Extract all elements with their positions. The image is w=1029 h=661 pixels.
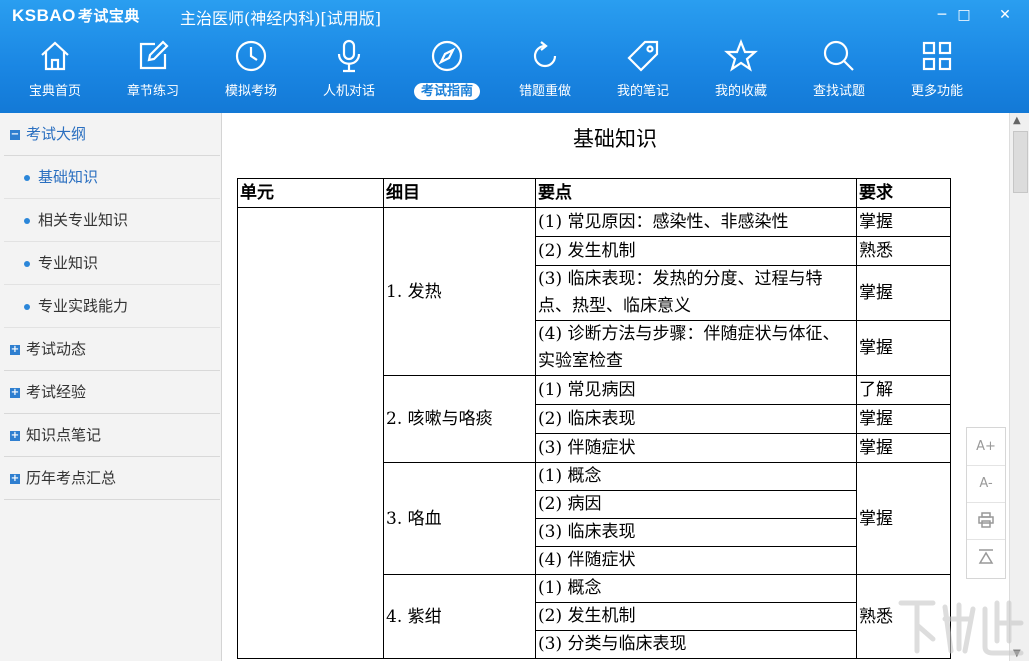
header-item: 细目 bbox=[383, 178, 536, 208]
nav-chapter-practice[interactable]: 章节练习 bbox=[108, 34, 198, 110]
syllabus-table: 单元 细目 要点 要求 1. 发热 (1) 常见原因：感染性、非感染性 掌握 (… bbox=[237, 178, 951, 659]
window-title: 主治医师(神经内科)[试用版] bbox=[180, 9, 381, 28]
point-cell: (2) 临床表现 bbox=[535, 404, 857, 434]
unit-cell bbox=[237, 207, 384, 659]
nav-search-questions[interactable]: 查找试题 bbox=[794, 34, 884, 110]
bullet-icon bbox=[24, 260, 30, 267]
point-cell: (2) 病因 bbox=[535, 490, 857, 519]
point-cell: (1) 常见病因 bbox=[535, 375, 857, 405]
star-icon bbox=[724, 39, 758, 72]
edit-icon bbox=[139, 40, 169, 70]
sidebar-category-notes[interactable]: + 知识点笔记 bbox=[4, 414, 220, 457]
nav-redo-mistakes[interactable]: 错题重做 bbox=[500, 34, 590, 110]
print-button[interactable] bbox=[967, 502, 1005, 540]
header-requirement: 要求 bbox=[856, 178, 951, 208]
requirement-cell: 熟悉 bbox=[856, 236, 951, 266]
item-cell: 2. 咳嗽与咯痰 bbox=[383, 375, 536, 463]
tag-icon bbox=[627, 40, 659, 72]
sidebar-category-past-points[interactable]: + 历年考点汇总 bbox=[4, 457, 220, 500]
bullet-icon bbox=[24, 303, 30, 310]
grid-icon bbox=[922, 41, 952, 71]
point-cell: (1) 常见原因：感染性、非感染性 bbox=[535, 207, 857, 237]
home-icon bbox=[41, 41, 69, 71]
requirement-cell: 掌握 bbox=[856, 404, 951, 434]
point-cell: (1) 概念 bbox=[535, 574, 857, 603]
sidebar-item-professional-knowledge[interactable]: 专业知识 bbox=[4, 242, 220, 285]
requirement-cell: 掌握 bbox=[856, 320, 951, 376]
collapse-icon[interactable]: − bbox=[10, 129, 20, 140]
main-toolbar: 宝典首页 章节练习 模拟考场 人机对话 考试指南 错题重做 我的笔记 我的收藏 … bbox=[4, 34, 1004, 110]
font-increase-button[interactable]: A+ bbox=[967, 428, 1005, 466]
item-cell: 4. 紫绀 bbox=[383, 574, 536, 659]
nav-home[interactable]: 宝典首页 bbox=[10, 34, 100, 110]
expand-icon[interactable]: + bbox=[10, 473, 20, 484]
table-header-row: 单元 细目 要点 要求 bbox=[237, 178, 951, 208]
bullet-icon bbox=[24, 174, 30, 181]
sidebar: − 考试大纲 基础知识 相关专业知识 专业知识 专业实践能力 + 考试动态 + 考试经… bbox=[0, 113, 222, 661]
maximize-button[interactable]: □ bbox=[947, 3, 981, 27]
document-view: 基础知识 单元 细目 要点 要求 1. 发热 (1) 常见原因：感染性、非感染性… bbox=[222, 113, 1008, 661]
requirement-cell: 掌握 bbox=[856, 462, 951, 575]
point-cell: (4) 诊断方法与步骤：伴随症状与体征、实验室检查 bbox=[535, 320, 857, 376]
nav-dialogue[interactable]: 人机对话 bbox=[304, 34, 394, 110]
microphone-icon bbox=[337, 39, 361, 73]
document-title: 基础知识 bbox=[573, 127, 657, 151]
requirement-cell: 掌握 bbox=[856, 265, 951, 321]
bullet-icon bbox=[24, 217, 30, 224]
point-cell: (3) 分类与临床表现 bbox=[535, 630, 857, 659]
nav-exam-guide[interactable]: 考试指南 bbox=[402, 34, 492, 110]
expand-icon[interactable]: + bbox=[10, 344, 20, 355]
requirement-cell: 掌握 bbox=[856, 433, 951, 463]
scroll-up-icon[interactable]: ▲ bbox=[1013, 115, 1021, 126]
header-unit: 单元 bbox=[237, 178, 384, 208]
requirement-cell: 掌握 bbox=[856, 207, 951, 237]
item-cell: 1. 发热 bbox=[383, 207, 536, 376]
nav-mock-exam[interactable]: 模拟考场 bbox=[206, 34, 296, 110]
close-button[interactable]: ✕ bbox=[988, 3, 1022, 27]
watermark-logo bbox=[898, 600, 1024, 656]
app-header: KSBAO 考试宝典 主治医师(神经内科)[试用版] ─ □ ✕ 宝典首页 章节练… bbox=[0, 0, 1029, 113]
point-cell: (3) 临床表现：发热的分度、过程与特点、热型、临床意义 bbox=[535, 265, 857, 321]
scrollbar-thumb[interactable] bbox=[1013, 131, 1028, 193]
sidebar-category-experience[interactable]: + 考试经验 bbox=[4, 371, 220, 414]
item-cell: 3. 咯血 bbox=[383, 462, 536, 575]
vertical-scrollbar[interactable]: ▲ ▼ bbox=[1009, 113, 1029, 661]
reading-tools: A+ A- bbox=[966, 427, 1006, 579]
clock-icon bbox=[235, 40, 267, 72]
sidebar-item-related-knowledge[interactable]: 相关专业知识 bbox=[4, 199, 220, 242]
nav-more-features[interactable]: 更多功能 bbox=[892, 34, 982, 110]
table-row: 1. 发热 (1) 常见原因：感染性、非感染性 掌握 bbox=[237, 207, 951, 659]
sidebar-category-news[interactable]: + 考试动态 bbox=[4, 328, 220, 371]
point-cell: (2) 发生机制 bbox=[535, 602, 857, 631]
sidebar-item-basic-knowledge[interactable]: 基础知识 bbox=[4, 156, 220, 199]
point-cell: (4) 伴随症状 bbox=[535, 546, 857, 575]
expand-icon[interactable]: + bbox=[10, 430, 20, 441]
nav-favorites[interactable]: 我的收藏 bbox=[696, 34, 786, 110]
sidebar-category-syllabus[interactable]: − 考试大纲 bbox=[4, 113, 220, 156]
point-cell: (3) 临床表现 bbox=[535, 518, 857, 547]
sidebar-item-practice-ability[interactable]: 专业实践能力 bbox=[4, 285, 220, 328]
compass-icon bbox=[431, 40, 463, 72]
requirement-cell: 了解 bbox=[856, 375, 951, 405]
back-to-top-icon bbox=[978, 549, 994, 564]
point-cell: (1) 概念 bbox=[535, 462, 857, 491]
app-logo: KSBAO 考试宝典 bbox=[12, 6, 140, 25]
back-to-top-button[interactable] bbox=[967, 539, 1005, 576]
point-cell: (2) 发生机制 bbox=[535, 236, 857, 266]
refresh-icon bbox=[533, 41, 557, 68]
print-icon bbox=[978, 512, 994, 528]
search-icon bbox=[823, 40, 854, 71]
nav-my-notes[interactable]: 我的笔记 bbox=[598, 34, 688, 110]
header-point: 要点 bbox=[535, 178, 857, 208]
font-decrease-button[interactable]: A- bbox=[967, 465, 1005, 503]
point-cell: (3) 伴随症状 bbox=[535, 433, 857, 463]
expand-icon[interactable]: + bbox=[10, 387, 20, 398]
